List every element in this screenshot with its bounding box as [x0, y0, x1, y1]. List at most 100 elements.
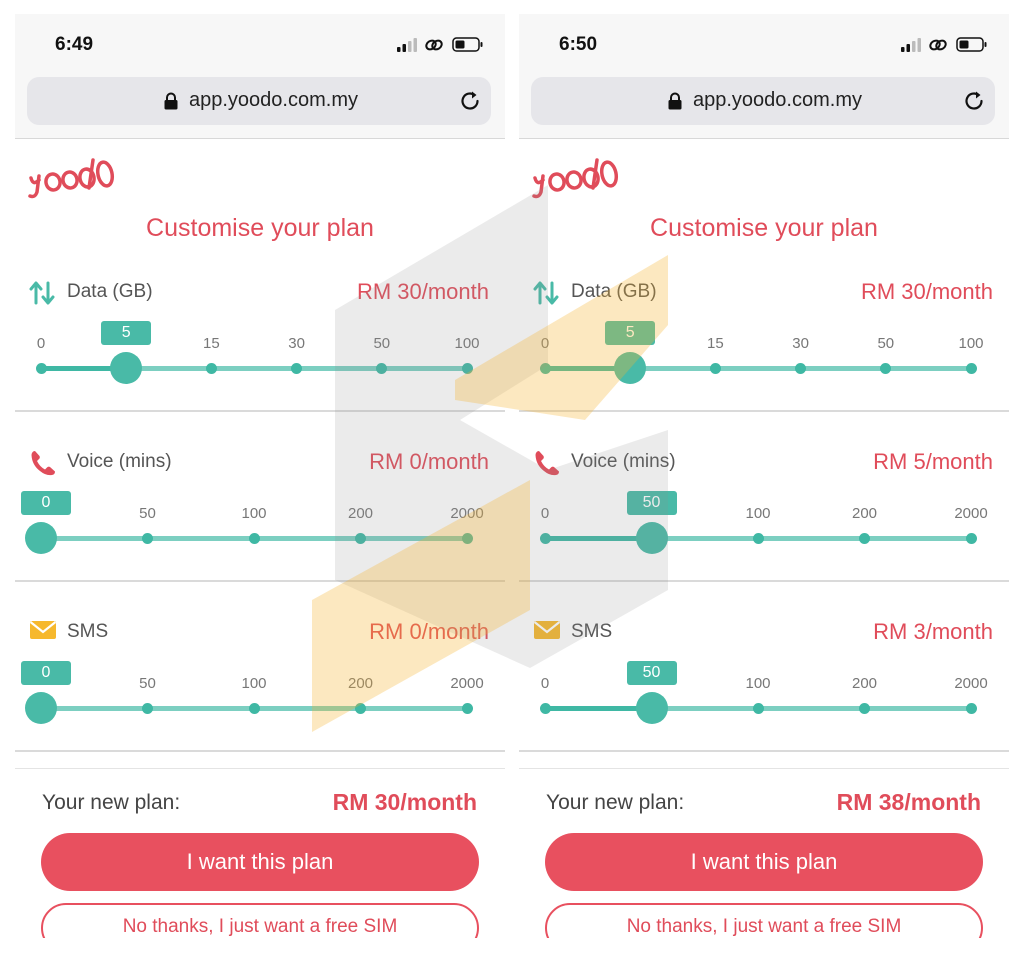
data-tick-label: 50: [373, 335, 391, 352]
data-tick-label: 30: [792, 335, 809, 352]
section-divider: [15, 750, 505, 752]
voice-section: Voice (mins) RM 5/month 0 100 200 2000 50: [519, 439, 1009, 609]
data-slider-stop[interactable]: [35, 363, 47, 374]
data-slider-stop[interactable]: [795, 363, 807, 374]
want-plan-button[interactable]: I want this plan: [545, 833, 983, 891]
voice-slider-stop[interactable]: [142, 533, 153, 544]
voice-slider-handle[interactable]: [25, 522, 57, 554]
data-tick-label: 30: [288, 335, 305, 352]
sms-section: SMS RM 3/month 0 100 200 2000 50: [519, 609, 1009, 779]
yoodo-logo: [27, 154, 117, 207]
data-slider-stop[interactable]: [880, 363, 892, 374]
sms-label: SMS: [571, 621, 613, 642]
plan-footer: Your new plan: RM 38/month I want this p…: [519, 768, 1009, 938]
page-title: Customise your plan: [146, 214, 374, 242]
sms-slider[interactable]: 50: [539, 661, 977, 724]
voice-slider-stop[interactable]: [539, 533, 551, 544]
data-selected-value: 5: [605, 321, 656, 345]
sms-slider-stop[interactable]: [539, 703, 551, 714]
sms-slider[interactable]: 0: [21, 661, 473, 724]
data-slider-stop[interactable]: [965, 363, 977, 374]
status-bar: 6:49: [15, 14, 505, 64]
yoodo-logo: [531, 154, 621, 207]
signal-icon: [397, 38, 417, 52]
data-slider-stop[interactable]: [205, 363, 217, 374]
section-divider: [15, 580, 505, 582]
free-sim-button[interactable]: No thanks, I just want a free SIM: [545, 903, 983, 938]
sms-slider-stop[interactable]: [142, 703, 153, 714]
voice-tick-label: 50: [139, 505, 156, 522]
address-bar[interactable]: app.yoodo.com.my: [531, 77, 995, 125]
clock: 6:49: [55, 34, 94, 55]
lock-icon: [667, 92, 683, 115]
sms-tick-label: 50: [139, 675, 156, 692]
voice-slider-handle[interactable]: [635, 522, 668, 554]
sms-tick-label: 2000: [450, 675, 484, 692]
sms-slider-handle[interactable]: [25, 692, 57, 724]
data-tick-label: 0: [36, 335, 46, 352]
phone-screen-right: 6:50 app.yoodo.com.my Customise your pla…: [519, 14, 1009, 938]
phone-icon: [29, 449, 57, 482]
data-slider-stop[interactable]: [709, 363, 721, 374]
sms-price: RM 3/month: [873, 619, 993, 644]
sms-tick-labels: 0 100 200 2000: [519, 675, 1009, 695]
envelope-icon: [29, 619, 57, 646]
want-plan-button[interactable]: I want this plan: [41, 833, 479, 891]
voice-tick-label: 200: [347, 505, 374, 522]
section-divider: [519, 750, 1009, 752]
status-icons: [397, 36, 487, 52]
sms-slider-stop[interactable]: [859, 703, 870, 714]
sms-slider-handle[interactable]: [635, 692, 668, 724]
url-text: app.yoodo.com.my: [693, 89, 862, 111]
voice-slider-stop[interactable]: [965, 533, 977, 544]
address-bar[interactable]: app.yoodo.com.my: [27, 77, 491, 125]
voice-selected-value: 0: [21, 491, 71, 515]
data-tick-labels: 0 15 30 50 100: [519, 335, 1009, 355]
status-bar: 6:50: [519, 14, 1009, 64]
browser-url-area: app.yoodo.com.my: [15, 64, 505, 139]
data-slider-stop[interactable]: [539, 363, 551, 374]
lock-icon: [163, 92, 179, 115]
voice-slider-stop[interactable]: [859, 533, 870, 544]
battery-icon: [452, 37, 483, 52]
data-label: Data (GB): [67, 281, 153, 302]
data-slider-handle[interactable]: [110, 352, 143, 384]
sms-tick-label: 2000: [954, 675, 988, 692]
sms-slider-stop[interactable]: [965, 703, 977, 714]
data-tick-label: 100: [454, 335, 480, 352]
voice-slider-stop[interactable]: [355, 533, 366, 544]
phone-screen-left: 6:49 app.yoodo.com.my Customise your pla…: [15, 14, 505, 938]
voice-slider-stop[interactable]: [752, 533, 764, 544]
data-slider-stop[interactable]: [291, 363, 303, 374]
sms-slider-stop[interactable]: [752, 703, 764, 714]
sms-price: RM 0/month: [369, 619, 489, 644]
voice-slider[interactable]: 50: [539, 491, 977, 554]
sms-slider-stop[interactable]: [461, 703, 473, 714]
voice-slider-stop[interactable]: [461, 533, 473, 544]
sms-slider-stop[interactable]: [248, 703, 260, 714]
data-slider-stop[interactable]: [461, 363, 473, 374]
voice-slider[interactable]: 0: [21, 491, 473, 554]
voice-tick-label: 100: [745, 505, 771, 522]
sms-tick-label: 100: [745, 675, 771, 692]
status-icons: [901, 36, 991, 52]
voice-tick-labels: 0 100 200 2000: [519, 505, 1009, 525]
section-divider: [15, 410, 505, 412]
sms-slider-stop[interactable]: [355, 703, 366, 714]
data-slider[interactable]: 5: [35, 321, 473, 384]
data-tick-label: 0: [540, 335, 550, 352]
data-slider-handle[interactable]: [614, 352, 647, 384]
data-slider[interactable]: 5: [539, 321, 977, 384]
reload-icon[interactable]: [459, 90, 481, 117]
sms-tick-label: 0: [540, 675, 550, 692]
reload-icon[interactable]: [963, 90, 985, 117]
total-price: RM 38/month: [836, 789, 981, 815]
voice-slider-stop[interactable]: [248, 533, 260, 544]
voice-section: Voice (mins) RM 0/month 50 100 200 2000 0: [15, 439, 505, 609]
clock: 6:50: [559, 34, 598, 55]
data-tick-label: 100: [958, 335, 984, 352]
section-divider: [519, 580, 1009, 582]
data-slider-stop[interactable]: [376, 363, 388, 374]
free-sim-button[interactable]: No thanks, I just want a free SIM: [41, 903, 479, 938]
sms-tick-labels: 50 100 200 2000: [15, 675, 505, 695]
